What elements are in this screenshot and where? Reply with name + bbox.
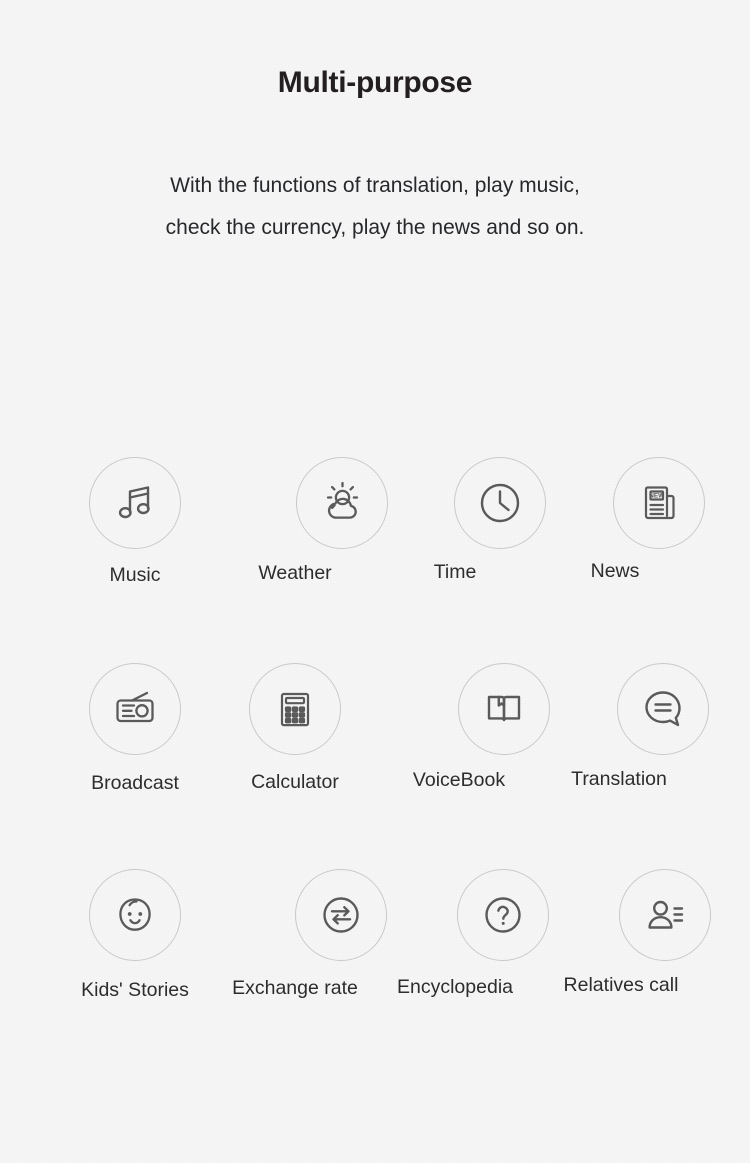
feature-item-news[interactable]: NEW News — [535, 457, 705, 582]
feature-item-time[interactable]: Time — [375, 457, 546, 583]
feature-row: Broadcast Calculator VoiceBook Translati… — [0, 663, 750, 869]
person-contact-list-icon — [619, 869, 711, 961]
feature-label: Time — [433, 561, 477, 583]
subtitle-line-2: check the currency, play the news and so… — [165, 216, 585, 239]
feature-row: Music Weather Time NEW News — [0, 457, 750, 663]
speech-bubble-equals-icon — [617, 663, 709, 755]
feature-item-broadcast[interactable]: Broadcast — [55, 663, 215, 794]
feature-grid: Music Weather Time NEW News Broadcast Ca… — [0, 457, 750, 1075]
radio-icon — [89, 663, 181, 755]
feature-label: Music — [109, 564, 161, 586]
feature-label: Weather — [258, 562, 332, 584]
feature-item-calculator[interactable]: Calculator — [215, 663, 375, 793]
feature-item-exchange-rate[interactable]: Exchange rate — [215, 869, 387, 999]
feature-label: Translation — [571, 768, 667, 790]
feature-item-weather[interactable]: Weather — [215, 457, 388, 584]
feature-item-relatives-call[interactable]: Relatives call — [535, 869, 711, 996]
baby-face-icon — [89, 869, 181, 961]
feature-label: Exchange rate — [232, 977, 358, 999]
clock-icon — [454, 457, 546, 549]
feature-label: News — [590, 560, 640, 582]
page-subtitle: With the functions of translation, play … — [0, 165, 750, 249]
feature-item-translation[interactable]: Translation — [535, 663, 709, 790]
page-title: Multi-purpose — [277, 66, 473, 100]
multi-purpose-feature-page: Multi-purpose With the functions of tran… — [0, 0, 750, 1163]
subtitle-line-1: With the functions of translation, play … — [170, 174, 580, 197]
feature-label: Relatives call — [563, 974, 679, 996]
exchange-arrows-circle-icon — [295, 869, 387, 961]
feature-label: Kids' Stories — [81, 979, 189, 1001]
feature-label: Broadcast — [91, 772, 179, 794]
feature-row: Kids' Stories Exchange rate Encyclopedia… — [0, 869, 750, 1075]
news-icon-text: NEW — [649, 493, 665, 500]
feature-label: Calculator — [251, 771, 339, 793]
music-note-icon — [89, 457, 181, 549]
feature-item-voicebook[interactable]: VoiceBook — [375, 663, 550, 791]
feature-item-kids-stories[interactable]: Kids' Stories — [55, 869, 215, 1001]
feature-label: Encyclopedia — [397, 976, 513, 998]
calculator-icon — [249, 663, 341, 755]
newspaper-icon: NEW — [613, 457, 705, 549]
feature-item-encyclopedia[interactable]: Encyclopedia — [375, 869, 549, 998]
feature-label: VoiceBook — [412, 769, 506, 791]
feature-item-music[interactable]: Music — [55, 457, 215, 586]
